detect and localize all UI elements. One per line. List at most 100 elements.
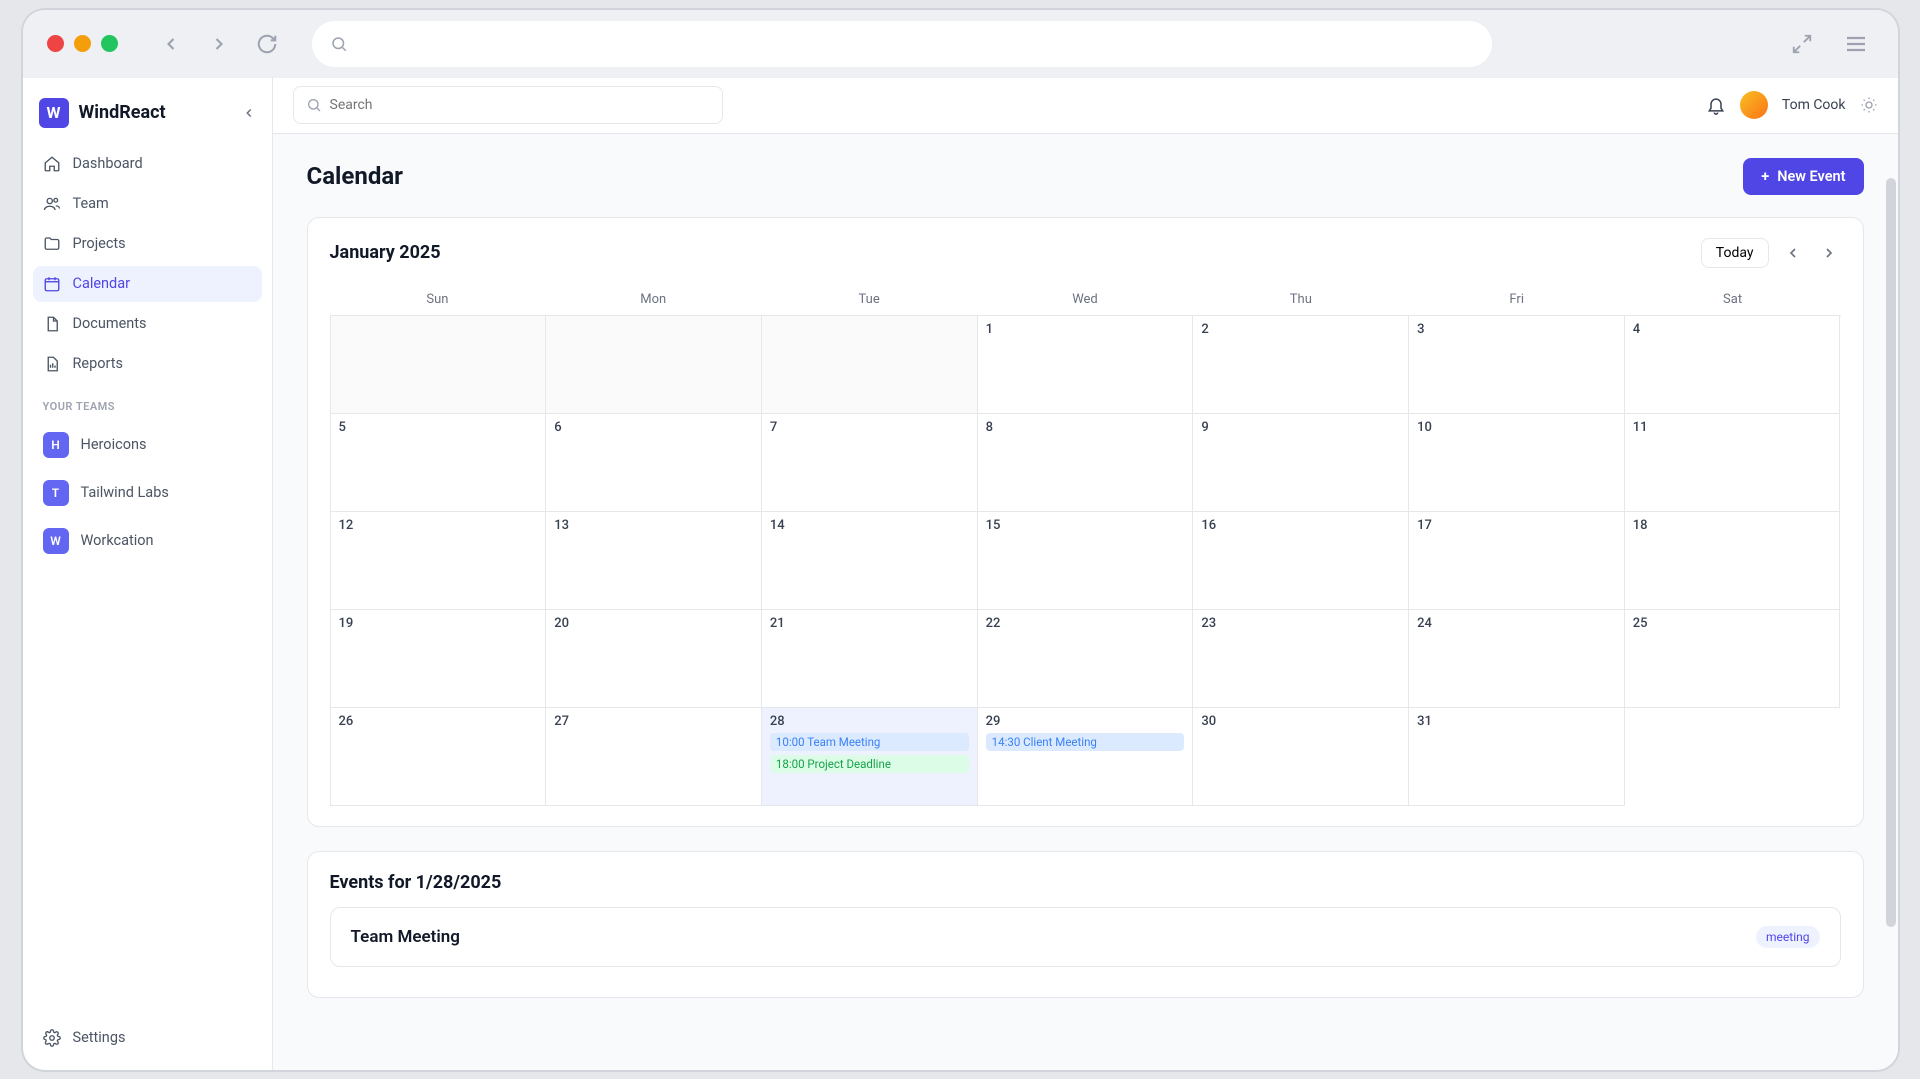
- calendar-cell[interactable]: 22: [978, 610, 1194, 708]
- user-name: Tom Cook: [1782, 97, 1846, 113]
- url-bar[interactable]: [312, 21, 1492, 67]
- calendar-cell[interactable]: 13: [546, 512, 762, 610]
- search-field[interactable]: [330, 97, 710, 113]
- sidebar-item-documents[interactable]: Documents: [33, 306, 262, 342]
- sidebar-item-settings[interactable]: Settings: [33, 1020, 262, 1056]
- calendar-event[interactable]: 10:00 Team Meeting: [770, 733, 969, 751]
- sidebar-teams-heading: YOUR TEAMS: [33, 384, 262, 421]
- sidebar-item-label: Settings: [73, 1029, 126, 1046]
- calendar-cell[interactable]: [331, 316, 547, 414]
- expand-icon[interactable]: [1784, 26, 1820, 62]
- sidebar-item-label: Tailwind Labs: [81, 484, 169, 501]
- calendar-cell[interactable]: 26: [331, 708, 547, 806]
- dow-wed: Wed: [977, 284, 1193, 315]
- sidebar-item-label: Documents: [73, 315, 147, 332]
- home-icon: [43, 155, 61, 173]
- new-event-button[interactable]: + New Event: [1743, 158, 1863, 195]
- collapse-sidebar-button[interactable]: [242, 106, 256, 120]
- event-entry[interactable]: Team Meeting meeting: [330, 907, 1841, 967]
- calendar-cell[interactable]: 27: [546, 708, 762, 806]
- calendar-cell[interactable]: 7: [762, 414, 978, 512]
- prev-month-button[interactable]: [1781, 241, 1805, 265]
- new-event-label: New Event: [1777, 168, 1845, 185]
- calendar-cell[interactable]: 20: [546, 610, 762, 708]
- scrollbar[interactable]: [1884, 178, 1896, 1030]
- calendar-cell[interactable]: 10: [1409, 414, 1625, 512]
- window-titlebar: [23, 10, 1898, 78]
- calendar-cell[interactable]: 24: [1409, 610, 1625, 708]
- calendar-cell[interactable]: 8: [978, 414, 1194, 512]
- window-maximize-icon[interactable]: [101, 35, 118, 52]
- calendar-event[interactable]: 18:00 Project Deadline: [770, 755, 969, 773]
- plus-icon: +: [1761, 168, 1769, 185]
- sidebar-item-label: Dashboard: [73, 155, 143, 172]
- search-icon: [306, 97, 322, 113]
- topbar: Tom Cook: [273, 78, 1898, 134]
- team-badge: T: [43, 480, 69, 506]
- dow-fri: Fri: [1409, 284, 1625, 315]
- calendar-cell[interactable]: 12: [331, 512, 547, 610]
- calendar-cell[interactable]: 4: [1625, 316, 1841, 414]
- search-icon: [330, 35, 348, 53]
- calendar-cell[interactable]: [546, 316, 762, 414]
- calendar-cell[interactable]: 3: [1409, 316, 1625, 414]
- calendar-cell[interactable]: 23: [1193, 610, 1409, 708]
- today-button[interactable]: Today: [1701, 238, 1769, 268]
- users-icon: [43, 195, 61, 213]
- back-button[interactable]: [152, 25, 190, 63]
- calendar-cell[interactable]: 2914:30 Client Meeting: [978, 708, 1194, 806]
- calendar-cell[interactable]: 2: [1193, 316, 1409, 414]
- sidebar-team-heroicons[interactable]: H Heroicons: [33, 423, 262, 467]
- calendar-cell[interactable]: 19: [331, 610, 547, 708]
- sidebar-item-label: Workcation: [81, 532, 154, 549]
- sidebar-item-label: Heroicons: [81, 436, 147, 453]
- calendar-cell[interactable]: 14: [762, 512, 978, 610]
- calendar-cell[interactable]: 31: [1409, 708, 1625, 806]
- sidebar-item-label: Calendar: [73, 275, 131, 292]
- calendar-event[interactable]: 14:30 Client Meeting: [986, 733, 1185, 751]
- next-month-button[interactable]: [1817, 241, 1841, 265]
- sidebar-item-calendar[interactable]: Calendar: [33, 266, 262, 302]
- sidebar-item-dashboard[interactable]: Dashboard: [33, 146, 262, 182]
- calendar-cell[interactable]: 2810:00 Team Meeting18:00 Project Deadli…: [762, 708, 978, 806]
- window-minimize-icon[interactable]: [74, 35, 91, 52]
- sidebar-item-projects[interactable]: Projects: [33, 226, 262, 262]
- calendar-cell[interactable]: 5: [331, 414, 547, 512]
- team-badge: H: [43, 432, 69, 458]
- dow-sun: Sun: [330, 284, 546, 315]
- calendar-cell[interactable]: 1: [978, 316, 1194, 414]
- sidebar: W WindReact Dashboard Team Projects Ca: [23, 78, 273, 1070]
- reload-button[interactable]: [248, 25, 286, 63]
- notifications-button[interactable]: [1706, 95, 1726, 115]
- sidebar-item-team[interactable]: Team: [33, 186, 262, 222]
- calendar-cell[interactable]: 6: [546, 414, 762, 512]
- dow-mon: Mon: [545, 284, 761, 315]
- theme-toggle[interactable]: [1860, 96, 1878, 114]
- sidebar-team-workcation[interactable]: W Workcation: [33, 519, 262, 563]
- sidebar-item-label: Team: [73, 195, 109, 212]
- calendar-cell[interactable]: 17: [1409, 512, 1625, 610]
- event-tag: meeting: [1756, 926, 1819, 948]
- dow-sat: Sat: [1625, 284, 1841, 315]
- search-input[interactable]: [293, 86, 723, 124]
- window-close-icon[interactable]: [47, 35, 64, 52]
- calendar-cell[interactable]: [762, 316, 978, 414]
- calendar-cell[interactable]: 16: [1193, 512, 1409, 610]
- sidebar-item-reports[interactable]: Reports: [33, 346, 262, 382]
- calendar-cell[interactable]: 11: [1625, 414, 1841, 512]
- forward-button[interactable]: [200, 25, 238, 63]
- dow-tue: Tue: [761, 284, 977, 315]
- app-brand: WindReact: [79, 102, 166, 123]
- calendar-cell[interactable]: 30: [1193, 708, 1409, 806]
- event-name: Team Meeting: [351, 927, 460, 947]
- calendar-cell[interactable]: 15: [978, 512, 1194, 610]
- calendar-cell[interactable]: 18: [1625, 512, 1841, 610]
- sidebar-item-label: Reports: [73, 355, 124, 372]
- sidebar-team-tailwind[interactable]: T Tailwind Labs: [33, 471, 262, 515]
- calendar-cell[interactable]: 25: [1625, 610, 1841, 708]
- calendar-cell[interactable]: 9: [1193, 414, 1409, 512]
- menu-icon[interactable]: [1838, 26, 1874, 62]
- calendar-cell[interactable]: 21: [762, 610, 978, 708]
- avatar[interactable]: [1740, 91, 1768, 119]
- chart-icon: [43, 355, 61, 373]
